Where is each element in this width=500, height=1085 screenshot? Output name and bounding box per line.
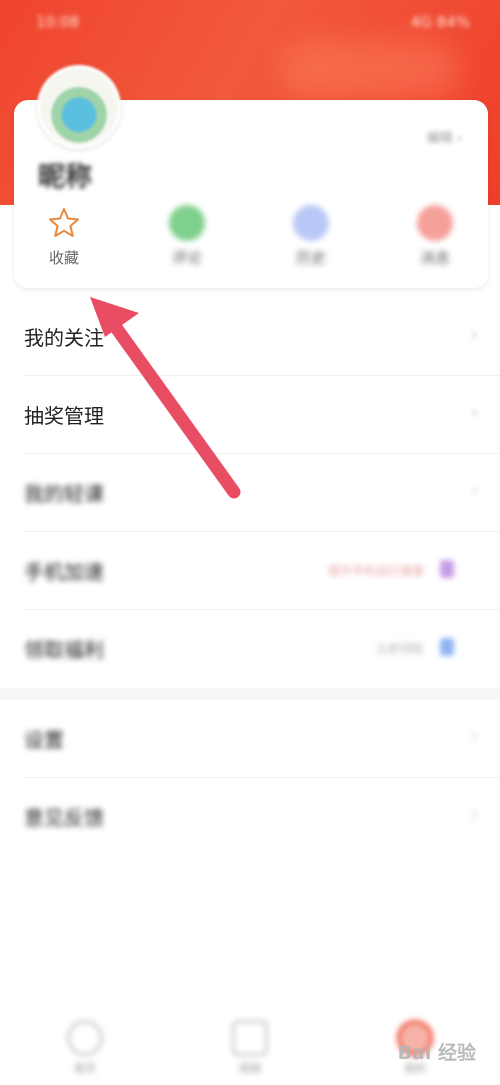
- menu-item-label: 领取福利: [24, 638, 104, 662]
- menu-item-label: 我的关注: [24, 326, 104, 350]
- edit-profile-link[interactable]: 编辑 ›: [427, 127, 462, 146]
- chevron-right-icon: ›: [470, 726, 478, 747]
- menu-item-label: 手机加速: [24, 560, 104, 584]
- menu-item-lottery-management[interactable]: 抽奖管理 ›: [0, 376, 500, 454]
- quick-action-label: 收藏: [48, 249, 79, 267]
- home-icon: [67, 1020, 103, 1056]
- status-bar: 10:08 4G 84%: [0, 8, 500, 38]
- menu-item-hint: 立即领取: [375, 642, 424, 656]
- menu-item-label: 意见反馈: [24, 806, 104, 830]
- quick-action-favorites[interactable]: 收藏: [19, 205, 109, 280]
- menu-item-phone-speedup[interactable]: 手机加速 提升手机运行速度: [0, 532, 500, 610]
- quick-action-comments[interactable]: 评论: [142, 205, 232, 280]
- menu-item-hint: 提升手机运行速度: [327, 564, 424, 578]
- tab-video[interactable]: 视频: [220, 1020, 280, 1076]
- quick-action-messages[interactable]: 消息: [390, 205, 480, 280]
- chevron-right-icon: ›: [470, 324, 478, 345]
- status-indicators: 4G 84%: [410, 13, 470, 31]
- tab-label: 首页: [74, 1062, 96, 1075]
- menu-item-label: 抽奖管理: [24, 404, 104, 428]
- avatar[interactable]: [37, 65, 121, 149]
- status-time: 10:08: [36, 13, 80, 31]
- menu-item-label: 设置: [24, 728, 64, 752]
- gift-icon: [440, 638, 454, 656]
- quick-action-history[interactable]: 历史: [266, 205, 356, 280]
- menu-item-settings[interactable]: 设置 ›: [0, 700, 500, 778]
- tab-home[interactable]: 首页: [55, 1020, 115, 1076]
- message-icon: [417, 205, 453, 241]
- baidu-jingyan-watermark: Bai 经验: [397, 1042, 476, 1064]
- comment-icon: [169, 205, 205, 241]
- menu-item-my-courses[interactable]: 我的轻课 ›: [0, 454, 500, 532]
- chevron-right-icon: ›: [470, 480, 478, 501]
- video-icon: [232, 1020, 268, 1056]
- menu-item-following[interactable]: 我的关注 ›: [0, 298, 500, 376]
- chevron-right-icon: ›: [470, 804, 478, 825]
- quick-action-label: 评论: [171, 249, 202, 267]
- tab-label: 视频: [239, 1062, 261, 1075]
- star-icon: [49, 208, 79, 237]
- quick-action-label: 历史: [295, 249, 326, 267]
- username[interactable]: 昵称: [38, 155, 92, 194]
- menu-item-feedback[interactable]: 意见反馈 ›: [0, 778, 500, 856]
- section-separator: [0, 688, 500, 700]
- chevron-right-icon: ›: [470, 402, 478, 423]
- menu-item-welfare[interactable]: 领取福利 立即领取: [0, 610, 500, 688]
- rocket-icon: [440, 560, 454, 578]
- quick-action-label: 消息: [419, 249, 450, 267]
- history-icon: [293, 205, 329, 241]
- menu-item-label: 我的轻课: [24, 482, 104, 506]
